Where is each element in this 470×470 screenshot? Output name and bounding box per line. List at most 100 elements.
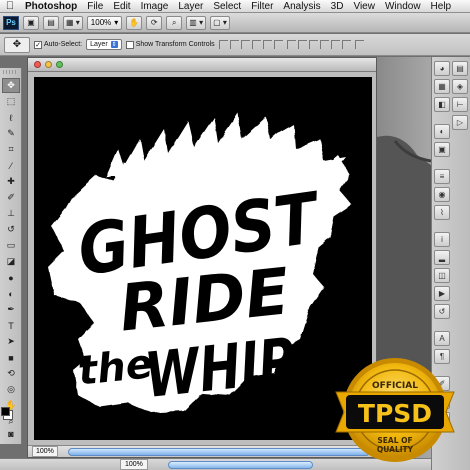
dodge-tool[interactable]: ◐ — [2, 286, 20, 301]
move-tool[interactable]: ✥ — [2, 78, 20, 93]
zoom-tool-button[interactable]: ⌕ — [166, 15, 183, 30]
swatches-icon: ▦ — [438, 82, 446, 91]
auto-select-target-value: Layer — [90, 41, 108, 48]
distribute-bottom-icon[interactable] — [308, 40, 318, 49]
bottom-zoom-field[interactable]: 100% — [120, 459, 148, 470]
menu-app-name[interactable]: Photoshop — [20, 0, 82, 13]
menu-3d[interactable]: 3D — [326, 0, 349, 13]
channels-icon: ◉ — [438, 190, 446, 199]
align-buttons — [218, 40, 283, 49]
zoom-level-select[interactable]: 100% ▾ — [86, 15, 123, 30]
quick-select-icon: ✎ — [7, 128, 15, 138]
distribute-hcenter-icon[interactable] — [330, 40, 340, 49]
blur-tool[interactable]: ● — [2, 270, 20, 285]
menu-file[interactable]: File — [82, 0, 108, 13]
healing-tool[interactable]: ✚ — [2, 174, 20, 189]
distribute-vcenter-icon[interactable] — [297, 40, 307, 49]
paths-panel-button[interactable]: ⌇ — [434, 205, 450, 220]
distribute-left-icon[interactable] — [319, 40, 329, 49]
show-transform-checkbox[interactable] — [125, 40, 134, 49]
channels-panel-button[interactable]: ◉ — [434, 187, 450, 202]
menu-help[interactable]: Help — [426, 0, 457, 13]
rotate-view-button[interactable]: ⟳ — [146, 15, 163, 30]
menu-edit[interactable]: Edit — [108, 0, 135, 13]
document-horizontal-scrollbar[interactable] — [67, 447, 370, 456]
histogram-panel-button[interactable]: ▂ — [434, 250, 450, 265]
notes-panel-button[interactable]: ▤ — [452, 61, 468, 76]
auto-select-target-select[interactable]: Layer ⇕ — [86, 39, 122, 50]
eyedropper-tool[interactable]: ⁄ — [2, 158, 20, 173]
menu-analysis[interactable]: Analysis — [278, 0, 325, 13]
shape-tool[interactable]: ■ — [2, 350, 20, 365]
styles-panel-button[interactable]: ◧ — [434, 97, 450, 112]
menu-window[interactable]: Window — [380, 0, 426, 13]
align-vcenter-icon[interactable] — [229, 40, 239, 49]
history-panel-button[interactable]: ↺ — [434, 304, 450, 319]
adjustments-panel-button[interactable]: ◐ — [434, 124, 450, 139]
menu-select[interactable]: Select — [208, 0, 246, 13]
paint-bucket-tool[interactable]: ◪ — [2, 254, 20, 269]
measurement-panel-button[interactable]: ⊢ — [452, 97, 468, 112]
menu-layer[interactable]: Layer — [173, 0, 208, 13]
align-top-icon[interactable] — [218, 40, 228, 49]
character-icon: A — [439, 334, 445, 343]
brush-tool[interactable]: ✐ — [2, 190, 20, 205]
minimize-button[interactable] — [45, 61, 52, 68]
bridge-button[interactable]: ▣ — [23, 15, 39, 30]
menu-filter[interactable]: Filter — [246, 0, 278, 13]
crop-tool[interactable]: ⌗ — [2, 142, 20, 157]
info-panel-button[interactable]: i — [434, 232, 450, 247]
apple-menu-icon[interactable]:  — [0, 0, 20, 12]
layers-panel-button[interactable]: ≡ — [434, 169, 450, 184]
paths-icon: ⌇ — [440, 208, 444, 217]
toolbox-grip[interactable] — [3, 70, 18, 74]
distribute-right-icon[interactable] — [341, 40, 351, 49]
view-extras-button[interactable]: ▦ ▾ — [63, 15, 83, 30]
align-left-icon[interactable] — [251, 40, 261, 49]
screen-mode-button[interactable]: ▢ ▾ — [210, 15, 230, 30]
zoom-button[interactable] — [56, 61, 63, 68]
quick-select-tool[interactable]: ✎ — [2, 126, 20, 141]
menu-image[interactable]: Image — [136, 0, 174, 13]
3d-orbit-tool[interactable]: ◎ — [2, 382, 20, 397]
history-brush-tool[interactable]: ↺ — [2, 222, 20, 237]
tool-preset-picker[interactable]: ✥ — [4, 36, 30, 53]
document-canvas[interactable]: GHOST RIDE the WHIP — [34, 77, 372, 440]
character-panel-button[interactable]: A — [434, 331, 450, 346]
document-zoom-field[interactable]: 100% — [32, 446, 58, 457]
swatches-panel-button[interactable]: ▦ — [434, 79, 450, 94]
masks-panel-button[interactable]: ▣ — [434, 142, 450, 157]
eraser-tool[interactable]: ▭ — [2, 238, 20, 253]
mini-bridge-button[interactable]: ▤ — [43, 15, 59, 30]
align-hcenter-icon[interactable] — [262, 40, 272, 49]
close-button[interactable] — [34, 61, 41, 68]
menu-bar:  Photoshop File Edit Image Layer Select… — [0, 0, 470, 13]
auto-select-checkbox[interactable]: ✓ — [34, 40, 42, 49]
type-tool[interactable]: T — [2, 318, 20, 333]
menu-view[interactable]: View — [348, 0, 380, 13]
stamp-tool[interactable]: ⊥ — [2, 206, 20, 221]
quick-mask-button[interactable]: ◙ — [2, 426, 20, 441]
lasso-tool[interactable]: ℓ — [2, 110, 20, 125]
marquee-tool[interactable]: ⬚ — [2, 94, 20, 109]
auto-align-icon[interactable] — [354, 40, 364, 49]
move-icon: ✥ — [7, 80, 15, 90]
actions-panel-button[interactable]: ▶ — [434, 286, 450, 301]
document-window: GHOST RIDE the WHIP 100% — [27, 57, 377, 458]
distribute-top-icon[interactable] — [286, 40, 296, 49]
navigator-panel-button[interactable]: ◫ — [434, 268, 450, 283]
pen-tool[interactable]: ✒ — [2, 302, 20, 317]
hand-tool-button[interactable]: ✋ — [126, 15, 143, 30]
3d-panel-button[interactable]: ◈ — [452, 79, 468, 94]
align-right-icon[interactable] — [273, 40, 283, 49]
align-bottom-icon[interactable] — [240, 40, 250, 49]
path-select-tool[interactable]: ➤ — [2, 334, 20, 349]
3d-rotate-tool[interactable]: ⟲ — [2, 366, 20, 381]
zoom-level-value: 100% — [90, 18, 112, 27]
foreground-color-swatch[interactable] — [1, 407, 10, 416]
arrange-documents-button[interactable]: ▥ ▾ — [186, 15, 207, 30]
animation-panel-button[interactable]: ▷ — [452, 115, 468, 130]
bottom-horizontal-scrollbar[interactable] — [167, 460, 313, 469]
move-icon: ✥ — [12, 39, 22, 50]
color-panel-button[interactable]: ◕ — [434, 61, 450, 76]
